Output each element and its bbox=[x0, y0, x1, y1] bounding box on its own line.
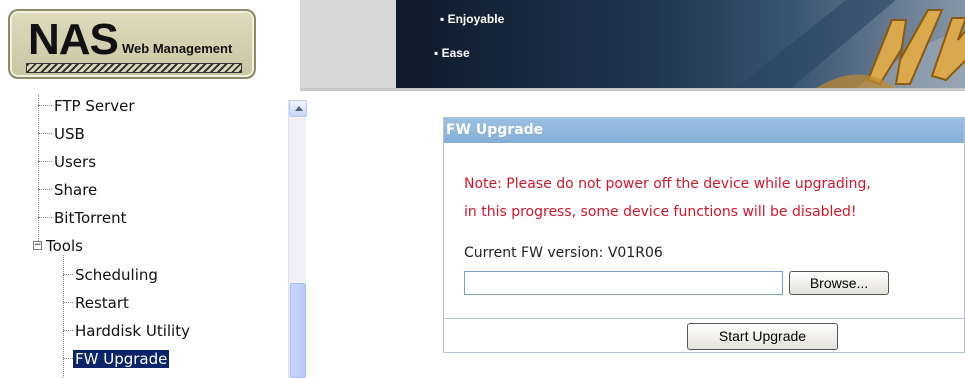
tree-guide-line bbox=[38, 161, 52, 162]
sidebar-item-label: Users bbox=[54, 153, 97, 171]
header-gap bbox=[300, 0, 396, 90]
nas-logo: NAS Web Management bbox=[8, 9, 256, 79]
start-upgrade-button[interactable]: Start Upgrade bbox=[687, 323, 838, 350]
sidebar-item-bittorrent[interactable]: BitTorrent bbox=[54, 209, 127, 227]
sidebar-item-harddisk-utility[interactable]: Harddisk Utility bbox=[75, 322, 190, 340]
tree-guide-line bbox=[38, 133, 52, 134]
tree-collapse-icon[interactable]: − bbox=[33, 241, 42, 250]
sidebar-item-users[interactable]: Users bbox=[54, 153, 96, 171]
sidebar-item-label: FTP Server bbox=[54, 97, 135, 115]
header-banner: ▪ Enjoyable ▪ Ease bbox=[396, 0, 965, 88]
sidebar-item-fw-upgrade[interactable]: FW Upgrade bbox=[73, 350, 170, 368]
sidebar-item-label: FW Upgrade bbox=[73, 350, 170, 368]
sidebar-tree: FTP Server USB Users Share BitTorrent − … bbox=[0, 95, 313, 378]
sidebar-item-usb[interactable]: USB bbox=[54, 125, 85, 143]
banner-line-enjoyable: ▪ Enjoyable bbox=[440, 12, 505, 26]
tree-guide-line bbox=[38, 105, 52, 106]
tree-guide-line bbox=[63, 274, 73, 275]
warning-note-line-2: in this progress, some device functions … bbox=[464, 204, 857, 220]
logo-nas-text: NAS bbox=[28, 15, 119, 64]
sidebar-item-ftp-server[interactable]: FTP Server bbox=[54, 97, 135, 115]
current-version-label: Current FW version: V01R06 bbox=[464, 245, 663, 261]
logo-subtitle: Web Management bbox=[122, 41, 233, 56]
sidebar-item-tools[interactable]: Tools bbox=[46, 237, 83, 255]
banner-line-ease: ▪ Ease bbox=[434, 46, 470, 60]
scrollbar-thumb[interactable] bbox=[290, 283, 306, 378]
header-divider bbox=[300, 88, 965, 91]
tree-guide-line bbox=[63, 302, 73, 303]
panel-divider bbox=[444, 318, 965, 319]
logo-area: NAS Web Management bbox=[0, 0, 300, 86]
sidebar-item-label: Share bbox=[54, 181, 98, 199]
tree-guide-line bbox=[63, 358, 73, 359]
warning-note-line-1: Note: Please do not power off the device… bbox=[464, 176, 871, 192]
browse-button[interactable]: Browse... bbox=[789, 271, 889, 295]
sidebar-item-share[interactable]: Share bbox=[54, 181, 97, 199]
fw-upgrade-panel: FW Upgrade Note: Please do not power off… bbox=[443, 117, 965, 353]
sidebar-item-label: Harddisk Utility bbox=[75, 322, 190, 340]
sidebar-scrollbar[interactable] bbox=[288, 100, 307, 378]
banner-graphic bbox=[736, 0, 965, 88]
tree-guide-line bbox=[38, 217, 52, 218]
logo-stripe bbox=[26, 63, 242, 73]
sidebar-item-label: Scheduling bbox=[75, 266, 158, 284]
sidebar-item-restart[interactable]: Restart bbox=[75, 294, 129, 312]
sidebar-item-label: Tools bbox=[46, 237, 83, 255]
sidebar-item-scheduling[interactable]: Scheduling bbox=[75, 266, 158, 284]
firmware-file-input[interactable] bbox=[464, 271, 783, 295]
tree-guide-line bbox=[38, 95, 39, 249]
sidebar-item-label: BitTorrent bbox=[54, 209, 127, 227]
panel-title: FW Upgrade bbox=[444, 118, 964, 143]
sidebar-item-label: Restart bbox=[75, 294, 129, 312]
sidebar-item-label: USB bbox=[54, 125, 85, 143]
tree-guide-line bbox=[63, 330, 73, 331]
scroll-up-arrow-icon[interactable] bbox=[289, 100, 307, 117]
tree-guide-line bbox=[38, 189, 52, 190]
